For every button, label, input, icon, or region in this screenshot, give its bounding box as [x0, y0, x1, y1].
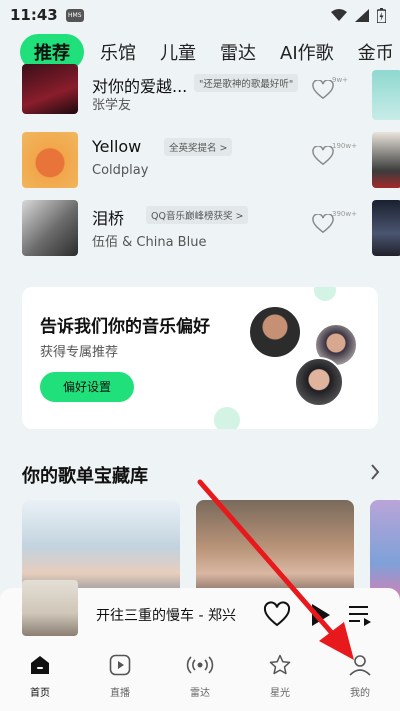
- song-row[interactable]: 对你的爱越... "还是歌神的歌最好听" 张学友 9w+: [22, 64, 362, 128]
- song-row[interactable]: Yellow 全英奖提名 > Coldplay 190w+: [22, 132, 362, 190]
- status-bar: 11:43 HMS: [0, 0, 400, 30]
- song-title: Yellow: [92, 137, 142, 156]
- preference-title: 告诉我们你的音乐偏好: [40, 317, 210, 337]
- like-button[interactable]: 390w+: [312, 210, 357, 242]
- nav-label: 雷达: [190, 688, 210, 699]
- nav-home[interactable]: 首页: [0, 642, 80, 711]
- nav-label: 星光: [270, 688, 290, 699]
- like-button[interactable]: 190w+: [312, 142, 357, 174]
- like-button[interactable]: 9w+: [312, 76, 352, 108]
- now-playing-cover: [22, 580, 78, 636]
- radar-icon: [186, 656, 214, 674]
- album-cover: [22, 64, 78, 114]
- song-tag: QQ音乐巅峰榜获奖 >: [146, 206, 249, 224]
- tab-kids[interactable]: 儿童: [148, 39, 208, 65]
- song-tag: 全英奖提名 >: [164, 138, 233, 156]
- heart-icon: [312, 145, 334, 166]
- heart-icon: [312, 79, 334, 100]
- playlist-queue-icon[interactable]: [346, 601, 374, 629]
- signal-icon: [355, 8, 369, 22]
- preference-subtitle: 获得专属推荐: [40, 345, 119, 360]
- preference-settings-button[interactable]: 偏好设置: [40, 372, 134, 402]
- tab-coins[interactable]: 金币: [346, 39, 400, 65]
- song-artist: Coldplay: [92, 163, 149, 178]
- play-icon[interactable]: [306, 601, 334, 629]
- next-card-thumbnail[interactable]: [372, 132, 400, 188]
- next-card-thumbnail[interactable]: [372, 70, 400, 120]
- like-count: 9w+: [332, 76, 349, 84]
- tab-radar[interactable]: 雷达: [208, 39, 268, 65]
- next-card-thumbnail[interactable]: [372, 200, 400, 256]
- bottom-nav: 首页 直播 雷达 星光 我的: [0, 642, 400, 711]
- section-title: 你的歌单宝藏库: [22, 466, 148, 487]
- artist-avatar: [248, 305, 302, 359]
- song-title: 泪桥: [92, 209, 125, 228]
- like-count: 190w+: [332, 142, 357, 150]
- nav-label: 首页: [30, 688, 50, 699]
- decorative-circle: [314, 287, 336, 301]
- status-icons: [331, 7, 386, 23]
- star-icon: [269, 654, 291, 675]
- hms-badge: HMS: [65, 8, 84, 22]
- artist-avatar: [294, 357, 344, 407]
- album-cover: [22, 132, 78, 188]
- album-cover: [22, 200, 78, 256]
- wifi-icon: [331, 8, 347, 21]
- chevron-right-icon[interactable]: [370, 463, 380, 481]
- song-artist: 张学友: [92, 98, 132, 113]
- tab-music-hall[interactable]: 乐馆: [88, 39, 148, 65]
- play-box-icon: [109, 654, 131, 676]
- nav-live[interactable]: 直播: [80, 642, 160, 711]
- song-row[interactable]: 泪桥 QQ音乐巅峰榜获奖 > 伍佰 & China Blue 390w+: [22, 200, 362, 258]
- music-preference-card[interactable]: 告诉我们你的音乐偏好 获得专属推荐 偏好设置: [22, 287, 378, 429]
- like-count: 390w+: [332, 210, 357, 218]
- mini-player[interactable]: 开往三重的慢车 - 郑兴: [0, 580, 400, 642]
- nav-label: 我的: [350, 688, 370, 699]
- home-icon: [31, 656, 49, 674]
- nav-label: 直播: [110, 688, 130, 699]
- nav-starlight[interactable]: 星光: [240, 642, 320, 711]
- heart-icon[interactable]: [263, 601, 291, 629]
- user-icon: [349, 655, 371, 676]
- song-artist: 伍佰 & China Blue: [92, 235, 207, 250]
- status-time: 11:43: [10, 6, 58, 24]
- nav-radar[interactable]: 雷达: [160, 642, 240, 711]
- heart-icon: [312, 213, 334, 234]
- decorative-circle: [214, 407, 240, 429]
- battery-icon: [377, 7, 386, 23]
- now-playing-title: 开往三重的慢车 - 郑兴: [96, 608, 236, 624]
- tab-ai-song[interactable]: AI作歌: [268, 39, 346, 65]
- nav-me[interactable]: 我的: [320, 642, 400, 711]
- song-tag: "还是歌神的歌最好听": [194, 74, 299, 92]
